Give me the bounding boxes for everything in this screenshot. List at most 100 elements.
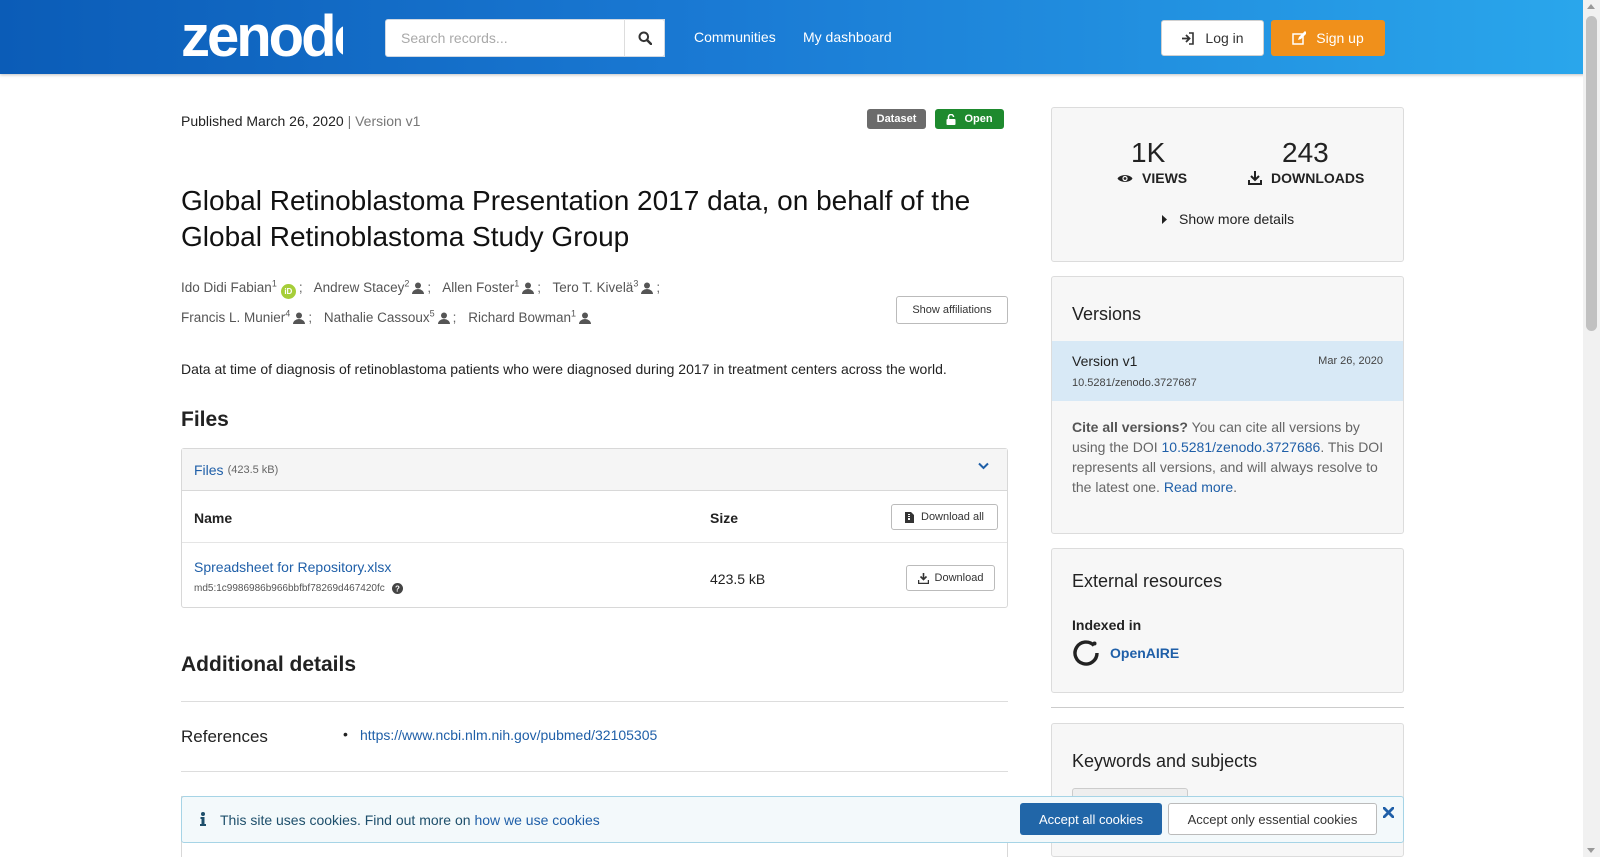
record-title: Global Retinoblastoma Presentation 2017 … — [181, 185, 971, 252]
person-icon — [641, 282, 654, 294]
author-list: Ido Didi Fabian1iD; Andrew Stacey2; Alle… — [181, 278, 661, 325]
signup-label: Sign up — [1316, 30, 1364, 46]
chevron-down-icon[interactable] — [978, 462, 989, 470]
show-more-details-toggle[interactable]: Show more details — [1162, 211, 1294, 227]
publication-line: Published March 26, 2020 | Version v1 — [181, 113, 420, 129]
access-badge[interactable]: Open — [935, 109, 1004, 129]
download-button[interactable]: Download — [906, 565, 995, 591]
close-icon[interactable] — [1383, 807, 1394, 818]
signup-button[interactable]: Sign up — [1271, 20, 1385, 56]
md5-value: md5:1c9986986b966bbfbf78269d467420fc — [194, 583, 385, 594]
caret-right-icon — [1162, 214, 1167, 224]
author-name: Ido Didi Fabian — [181, 279, 272, 295]
show-more-label: Show more details — [1179, 211, 1295, 227]
files-heading: Files — [181, 408, 229, 431]
top-header: zenodo Communities My dashboard Log in S… — [0, 0, 1600, 74]
divider — [181, 771, 1008, 772]
author-item[interactable]: Ido Didi Fabian1iD — [181, 278, 296, 299]
resource-type-label: Dataset — [876, 113, 917, 125]
zenodo-logo[interactable]: zenodo — [181, 6, 343, 62]
nav-communities[interactable]: Communities — [694, 29, 776, 45]
version-name: Version v1 — [1072, 353, 1138, 369]
references-label: References — [181, 727, 268, 746]
scroll-down-icon[interactable] — [1587, 848, 1595, 853]
page-scrollbar[interactable] — [1583, 0, 1600, 857]
version-date: Mar 26, 2020 — [1318, 355, 1383, 367]
question-circle-icon[interactable]: ? — [391, 583, 403, 594]
cite-text: . — [1233, 479, 1237, 495]
author-name: Nathalie Cassoux — [323, 310, 430, 325]
versions-card: Versions Version v1 Mar 26, 2020 10.5281… — [1051, 276, 1404, 534]
search-box — [385, 19, 665, 57]
accept-essential-cookies-button[interactable]: Accept only essential cookies — [1168, 803, 1377, 835]
author-item[interactable]: Richard Bowman1 — [468, 308, 592, 325]
affiliation-number: 1 — [271, 278, 277, 288]
cookie-policy-link[interactable]: how we use cookies — [474, 812, 599, 828]
reference-link[interactable]: https://www.ncbi.nlm.nih.gov/pubmed/3210… — [360, 727, 657, 743]
cite-all-versions: Cite all versions? You can cite all vers… — [1072, 417, 1387, 497]
person-icon — [522, 282, 535, 294]
read-more-link[interactable]: Read more — [1164, 479, 1233, 495]
scroll-up-icon[interactable] — [1587, 4, 1595, 9]
external-resources-heading: External resources — [1072, 571, 1223, 591]
openaire-link[interactable]: OpenAIRE — [1072, 639, 1179, 667]
search-button[interactable] — [624, 19, 665, 57]
accept-all-cookies-button[interactable]: Accept all cookies — [1020, 803, 1162, 835]
author-name: Richard Bowman — [468, 310, 571, 325]
column-name: Name — [194, 510, 233, 526]
orcid-icon[interactable]: iD — [280, 283, 296, 299]
file-archive-icon — [905, 511, 914, 523]
person-icon — [412, 282, 425, 294]
cookie-message: This site uses cookies. Find out more on — [220, 812, 475, 828]
table-row: Spreadsheet for Repository.xlsx md5:1c99… — [182, 543, 1007, 607]
author-name: Andrew Stacey — [313, 279, 405, 295]
nav-my-dashboard[interactable]: My dashboard — [803, 29, 892, 45]
versions-heading: Versions — [1072, 304, 1142, 324]
access-label: Open — [964, 113, 993, 125]
login-button[interactable]: Log in — [1161, 20, 1264, 56]
login-label: Log in — [1205, 30, 1244, 46]
download-all-button[interactable]: Download all — [891, 504, 998, 530]
author-name: Francis L. Munier — [181, 310, 286, 325]
download-all-label: Download all — [921, 511, 984, 523]
stats-card: 1K VIEWS 243 DOWNLOADS Show more details — [1051, 107, 1404, 262]
additional-details-heading: Additional details — [181, 653, 357, 676]
affiliation-number: 2 — [404, 278, 410, 288]
concept-doi-link[interactable]: 10.5281/zenodo.3727686 — [1162, 439, 1321, 455]
files-panel: Files (423.5 kB) Name Size Download all … — [181, 448, 1008, 608]
views-label: VIEWS — [1117, 170, 1187, 186]
affiliation-number: 1 — [571, 308, 577, 319]
author-name: Allen Foster — [442, 279, 515, 295]
files-panel-header[interactable]: Files (423.5 kB) — [182, 449, 1007, 491]
version-doi: 10.5281/zenodo.3727687 — [1072, 377, 1197, 389]
files-panel-title: Files — [194, 461, 224, 478]
edit-icon — [1292, 31, 1307, 45]
show-affiliations-button[interactable]: Show affiliations — [896, 296, 1008, 324]
resource-type-badge[interactable]: Dataset — [867, 109, 926, 129]
cookie-banner: This site uses cookies. Find out more on… — [181, 796, 1404, 843]
author-item[interactable]: Nathalie Cassoux5 — [323, 309, 450, 325]
record-description: Data at time of diagnosis of retinoblast… — [181, 361, 947, 377]
author-item[interactable]: Andrew Stacey2 — [313, 278, 425, 295]
external-resources-card: External resources Indexed in OpenAIRE — [1051, 548, 1404, 693]
author-item[interactable]: Allen Foster1 — [442, 278, 535, 295]
unlock-icon — [946, 113, 956, 125]
search-input[interactable] — [386, 20, 664, 56]
download-icon — [917, 572, 929, 584]
logo-text: zenodo — [181, 6, 343, 62]
author-name: Tero T. Kivelä — [552, 279, 634, 295]
person-icon — [437, 312, 450, 324]
download-label: Download — [934, 572, 984, 584]
affiliation-number: 1 — [514, 278, 520, 288]
views-label-text: VIEWS — [1142, 170, 1188, 186]
author-item[interactable]: Tero T. Kivelä3 — [552, 278, 654, 295]
scrollbar-thumb[interactable] — [1586, 16, 1597, 331]
keywords-heading: Keywords and subjects — [1072, 751, 1258, 771]
published-date: Published March 26, 2020 — [181, 113, 344, 129]
author-item[interactable]: Francis L. Munier4 — [181, 309, 306, 325]
file-name-link[interactable]: Spreadsheet for Repository.xlsx — [194, 559, 391, 575]
file-checksum: md5:1c9986986b966bbfbf78269d467420fc ? — [194, 583, 403, 594]
version-item-current[interactable]: Version v1 Mar 26, 2020 10.5281/zenodo.3… — [1052, 341, 1403, 401]
sign-in-icon — [1182, 31, 1195, 45]
list-bullet: • — [343, 726, 348, 742]
